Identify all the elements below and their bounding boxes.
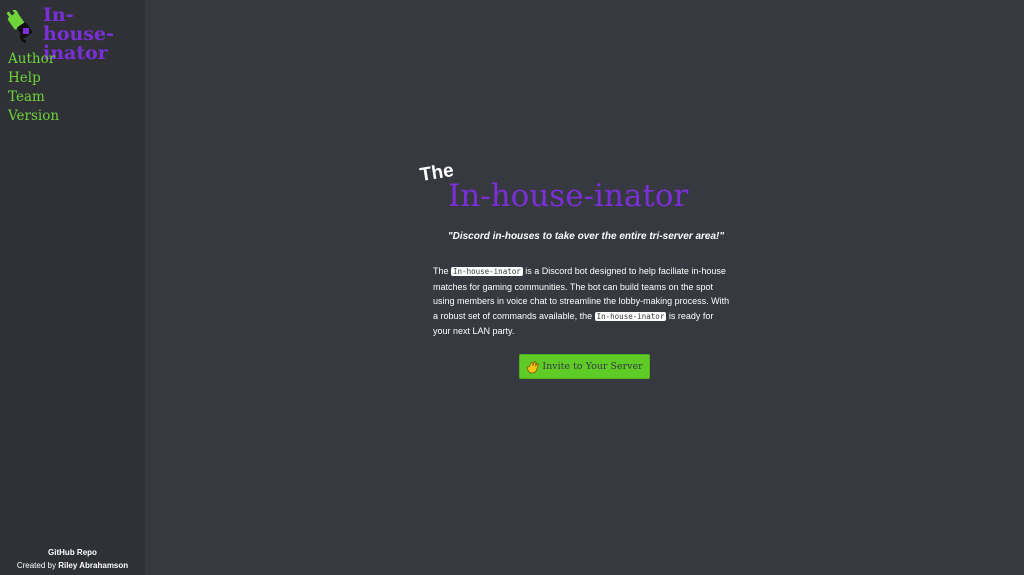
bot-name-code: In-house-inator xyxy=(594,311,667,321)
invite-button[interactable]: Invite to Your Server xyxy=(519,354,650,379)
github-repo-link[interactable]: GitHub Repo xyxy=(0,546,145,559)
sidebar: In-house-inator Author Help Team Version… xyxy=(0,0,145,575)
created-by-line: Created by Riley Abrahamson xyxy=(0,559,145,572)
waving-hand-icon xyxy=(526,360,540,373)
hero-title: In-house-inator xyxy=(448,178,689,214)
nav-item-author[interactable]: Author xyxy=(8,50,59,69)
created-by-prefix: Created by xyxy=(16,561,56,570)
description-part-1: The xyxy=(433,266,449,276)
nav-item-version[interactable]: Version xyxy=(8,107,59,126)
invite-button-label: Invite to Your Server xyxy=(542,361,643,372)
nav-item-team[interactable]: Team xyxy=(8,88,59,107)
sidebar-footer: GitHub Repo Created by Riley Abrahamson xyxy=(0,546,145,572)
sidebar-nav: Author Help Team Version xyxy=(8,50,59,126)
author-name: Riley Abrahamson xyxy=(58,561,129,570)
description: The In-house-inator is a Discord bot des… xyxy=(433,264,733,339)
tagline: "Discord in-houses to take over the enti… xyxy=(447,231,725,242)
plug-icon xyxy=(6,10,33,44)
bot-name-code: In-house-inator xyxy=(451,267,523,276)
nav-item-help[interactable]: Help xyxy=(8,69,59,88)
